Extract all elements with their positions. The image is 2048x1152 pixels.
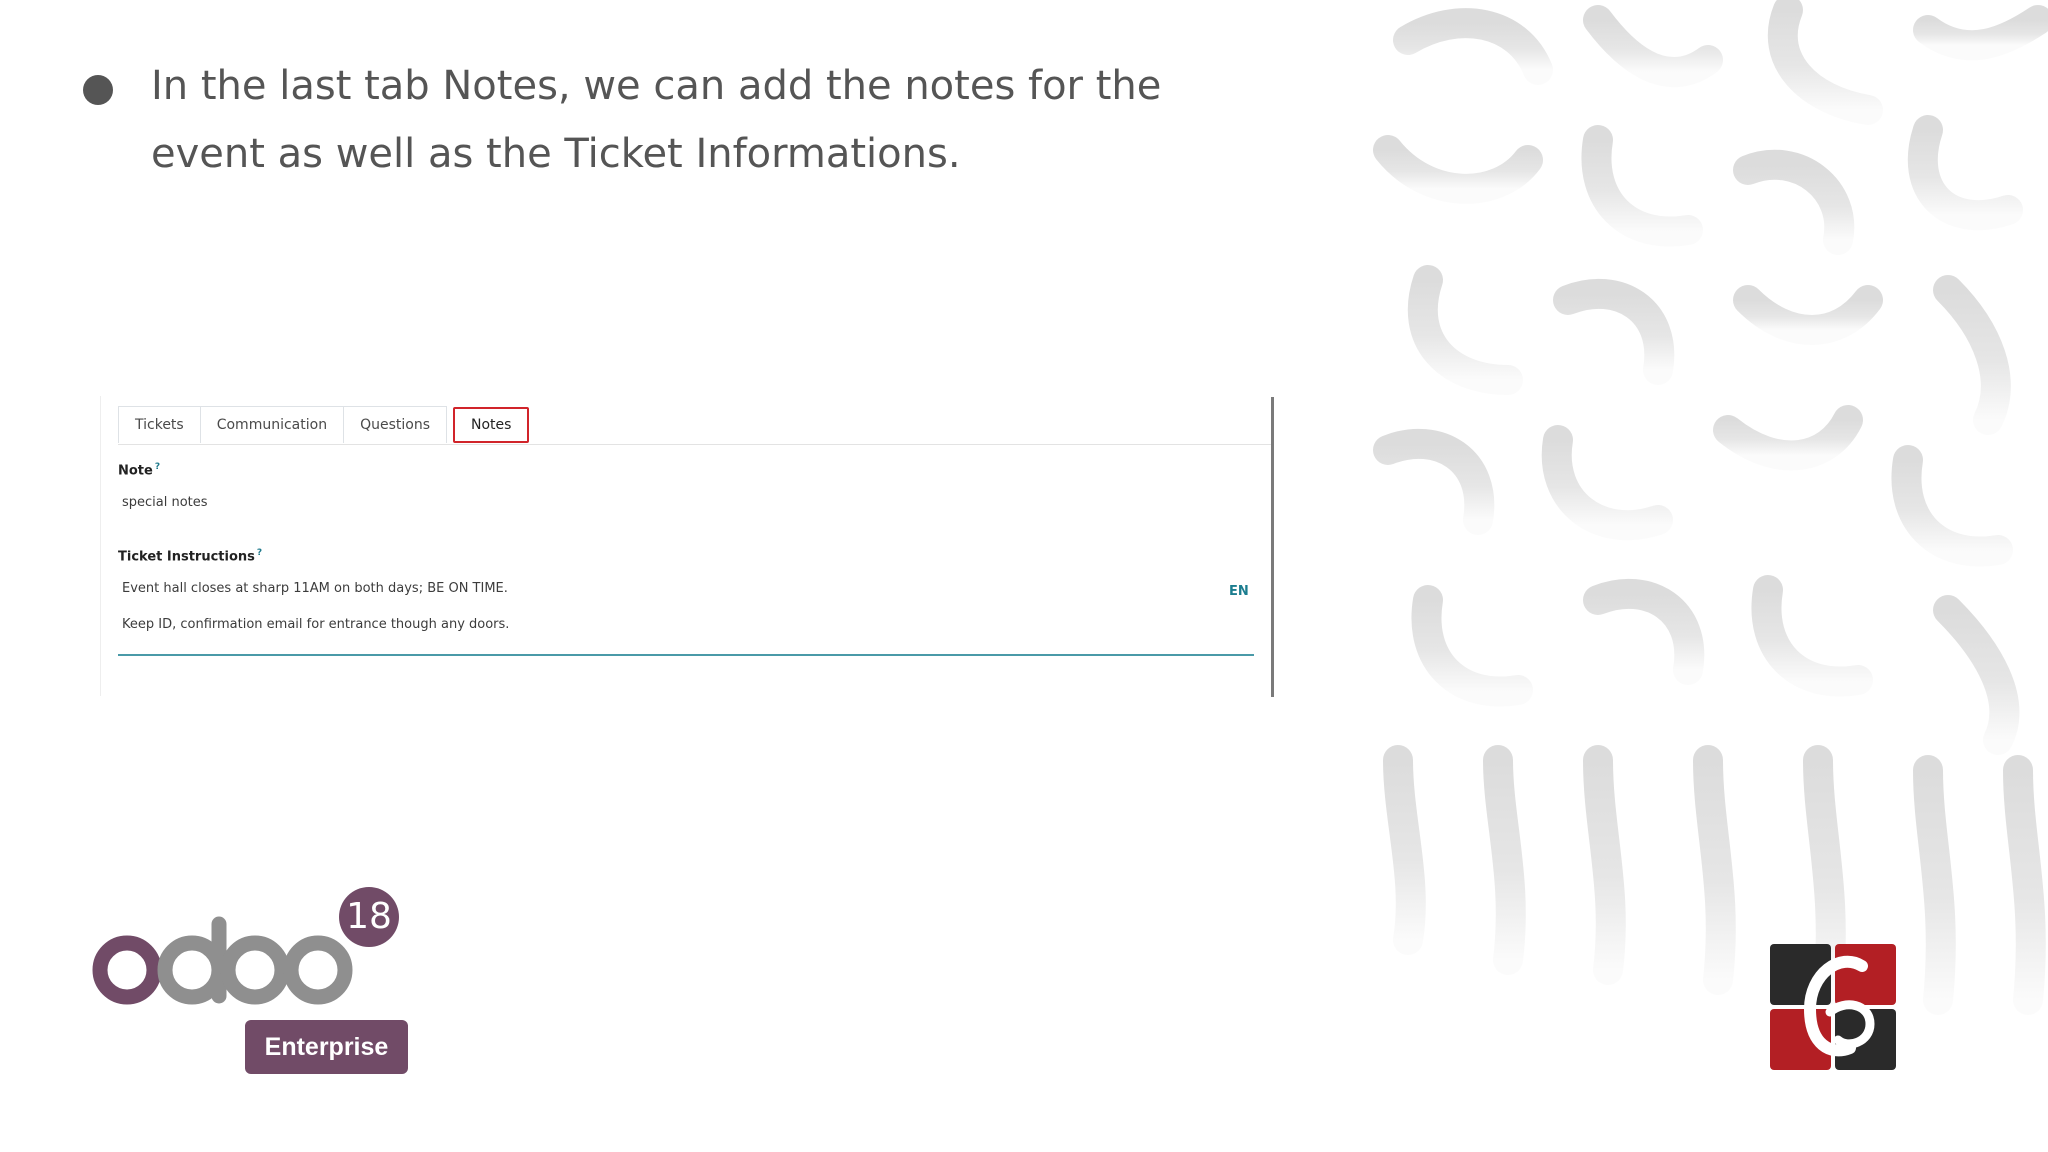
tab-communication[interactable]: Communication	[200, 406, 345, 443]
note-label-text: Note	[118, 463, 153, 479]
tab-notes[interactable]: Notes	[453, 407, 530, 443]
ticket-instructions-label: Ticket Instructions?	[118, 548, 262, 564]
bullet-icon	[83, 75, 113, 105]
language-button[interactable]: EN	[1229, 584, 1249, 599]
ticket-instructions-line-1[interactable]: Event hall closes at sharp 11AM on both …	[122, 581, 508, 596]
note-help-icon[interactable]: ?	[155, 462, 160, 472]
tab-tickets[interactable]: Tickets	[118, 406, 201, 443]
enterprise-badge: Enterprise	[245, 1020, 408, 1074]
ticket-instructions-label-text: Ticket Instructions	[118, 549, 255, 565]
tab-questions[interactable]: Questions	[344, 406, 447, 443]
ticket-instructions-line-2[interactable]: Keep ID, confirmation email for entrance…	[122, 617, 509, 632]
decorative-pattern	[1368, 0, 2048, 1152]
company-logo	[1770, 944, 1896, 1070]
form-tabs: Tickets Communication Questions Notes	[118, 406, 530, 444]
ticket-instructions-underline	[118, 654, 1254, 656]
tabs-divider	[118, 444, 1271, 445]
note-label: Note?	[118, 462, 160, 478]
form-scrollbar	[1271, 397, 1274, 697]
odoo-version-badge: 18	[339, 887, 399, 947]
ticket-help-icon[interactable]: ?	[257, 548, 262, 558]
note-field[interactable]: special notes	[122, 495, 208, 510]
event-form-notes-tab: Tickets Communication Questions Notes No…	[100, 396, 1271, 696]
slide-bullet-text: In the last tab Notes, we can add the no…	[151, 63, 1162, 177]
